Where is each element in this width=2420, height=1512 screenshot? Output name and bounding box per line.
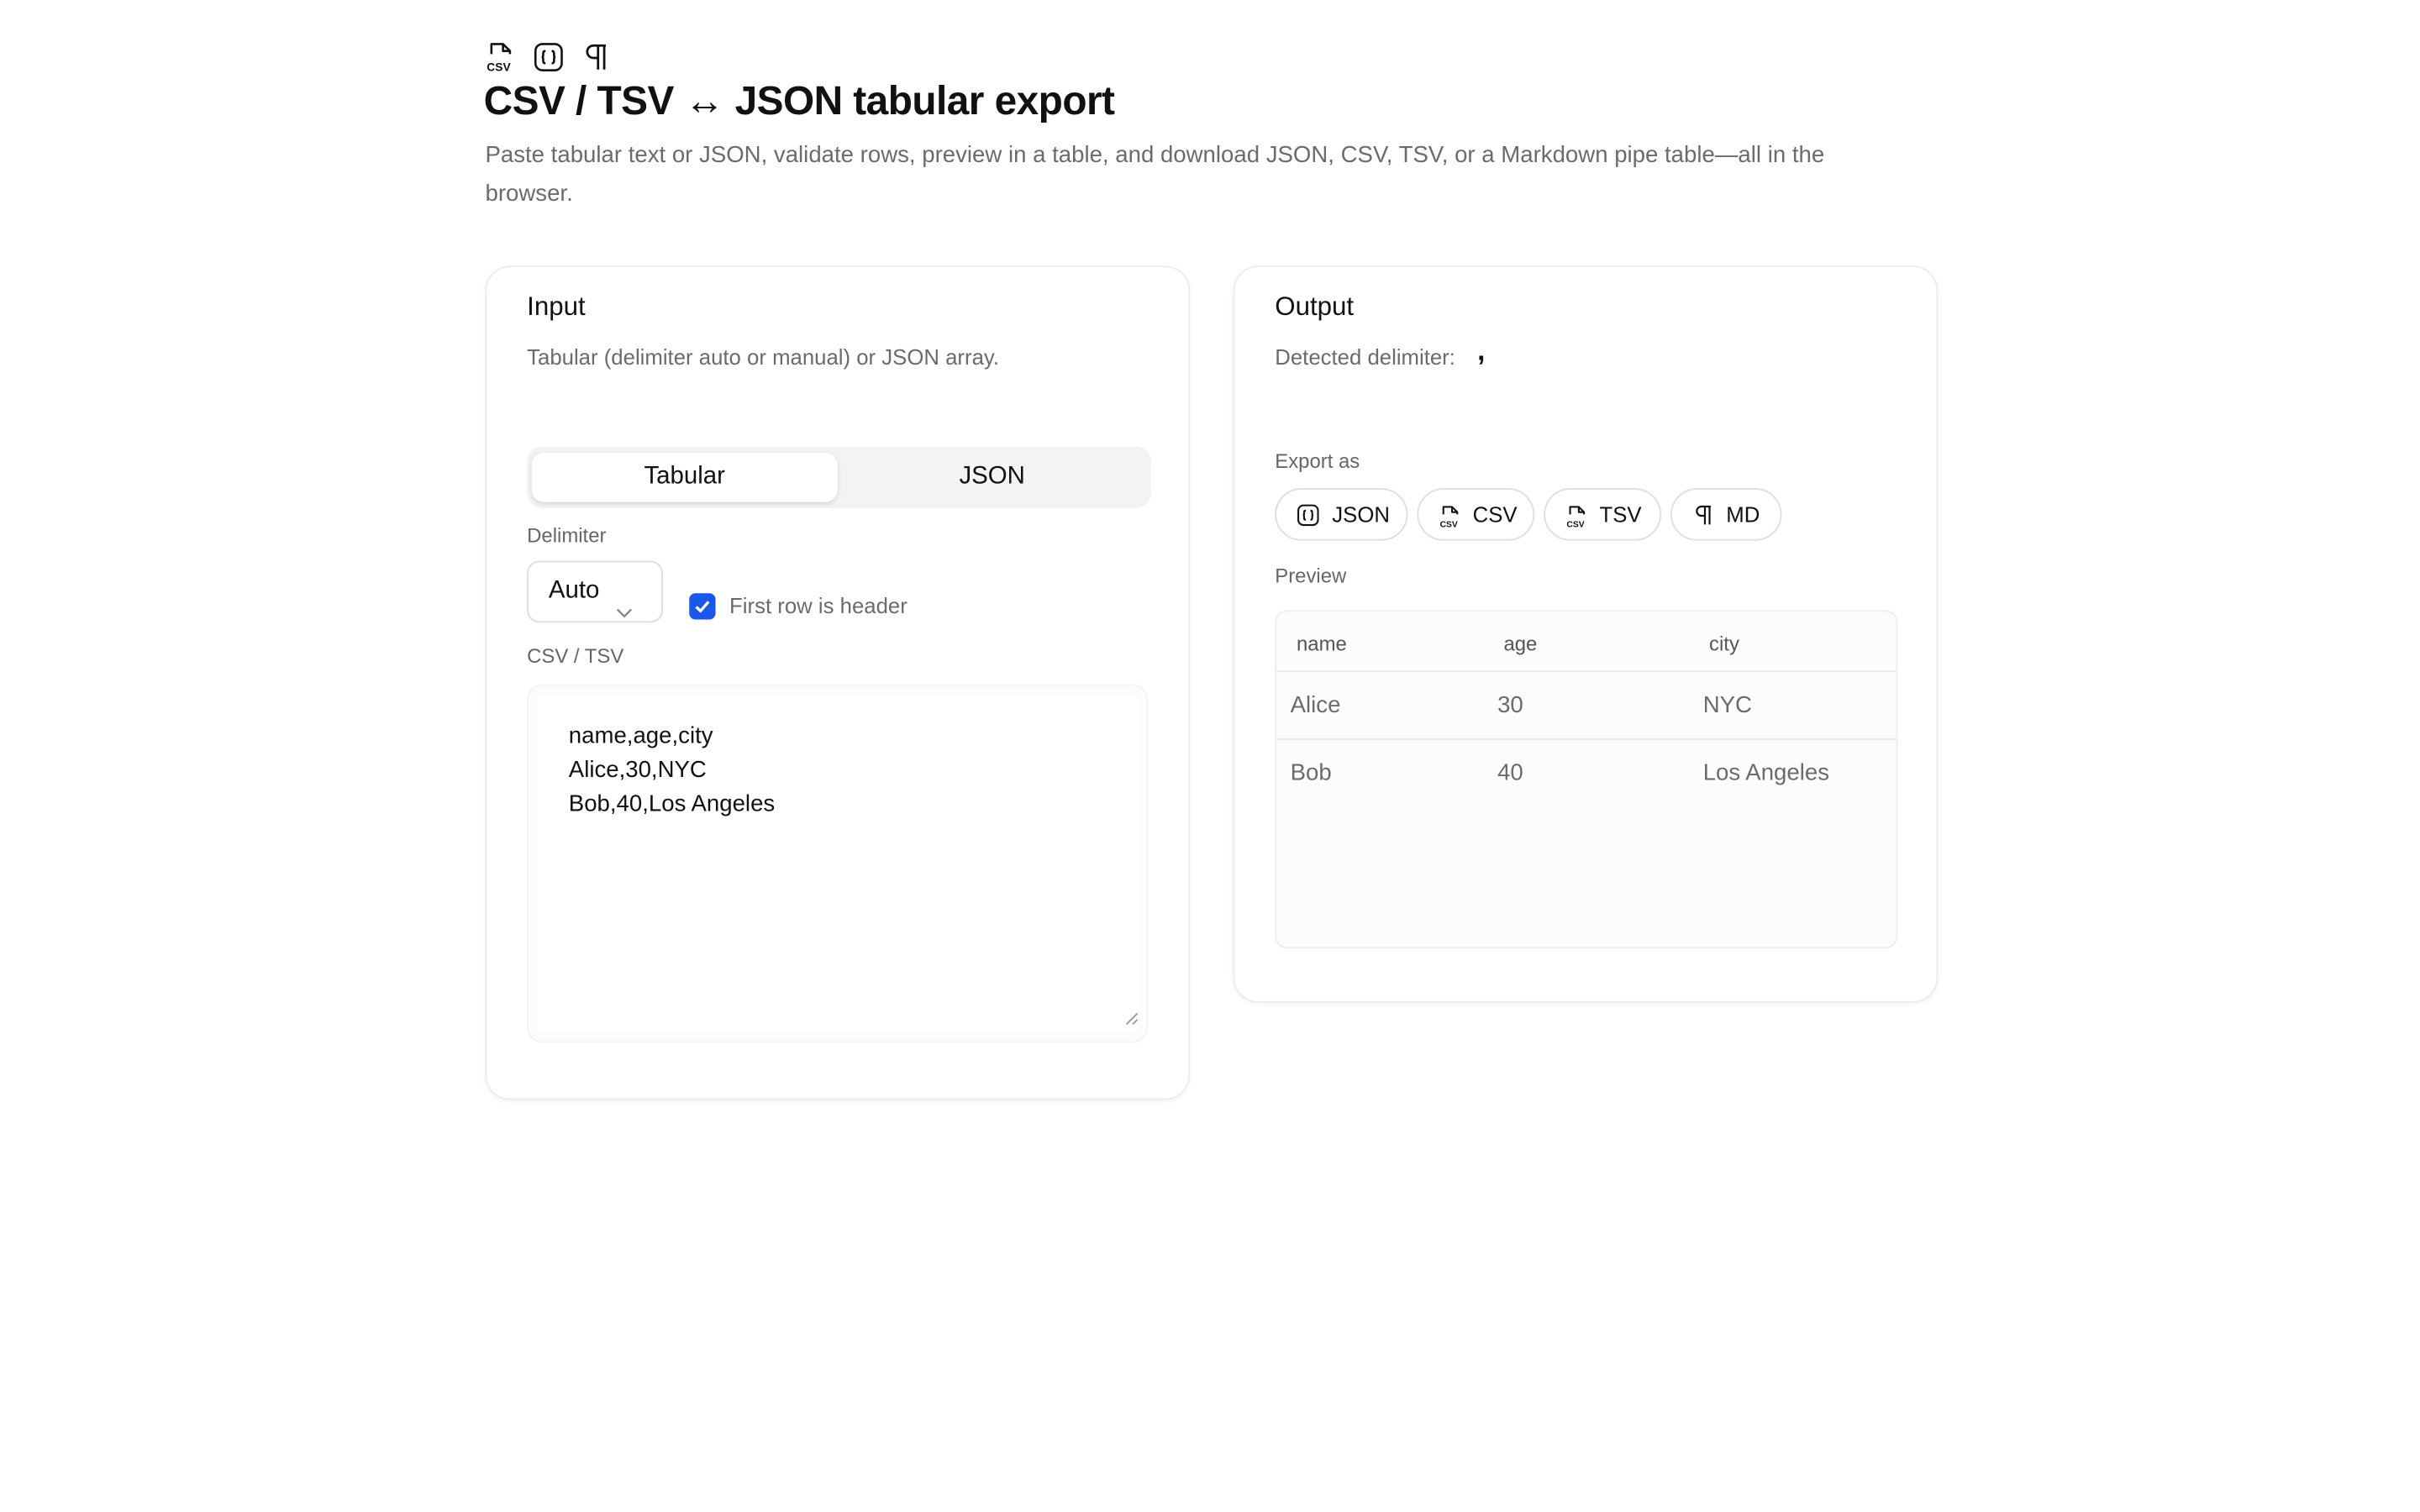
table-header-cell: city (1709, 632, 1739, 655)
textarea-line: name,age,city (568, 722, 713, 749)
export-tsv-button[interactable]: CSV TSV (1544, 488, 1662, 541)
table-divider (1276, 670, 1897, 673)
export-md-label: MD (1726, 501, 1760, 528)
export-csv-label: CSV (1472, 501, 1518, 528)
delimiter-label: Delimiter (527, 523, 607, 548)
table-header-cell: name (1297, 632, 1347, 655)
table-cell: Los Angeles (1702, 759, 1830, 787)
svg-text:CSV: CSV (1566, 521, 1584, 530)
delimiter-select[interactable]: Auto (527, 560, 663, 623)
braces-icon (1297, 504, 1319, 527)
preview-label: Preview (1275, 564, 1347, 587)
input-card-title: Input (527, 291, 586, 322)
export-label: Export as (1275, 449, 1360, 473)
export-json-label: JSON (1332, 501, 1390, 528)
table-divider (1276, 738, 1897, 740)
input-card-subtitle: Tabular (delimiter auto or manual) or JS… (527, 344, 1000, 370)
export-tsv-label: TSV (1599, 501, 1642, 528)
table-cell: Alice (1290, 691, 1341, 719)
delimiter-select-value: Auto (548, 577, 600, 605)
first-row-header-label[interactable]: First row is header (729, 593, 908, 617)
textarea-line: Bob,40,Los Angeles (568, 790, 776, 817)
csv-textarea-body[interactable]: name,age,city Alice,30,NYC Bob,40,Los An… (536, 696, 1139, 1031)
page-description: Paste tabular text or JSON, validate row… (485, 142, 1825, 207)
output-card-title: Output (1275, 291, 1355, 322)
export-csv-button[interactable]: CSV CSV (1417, 488, 1535, 541)
first-row-header-checkbox[interactable] (689, 593, 716, 620)
file-csv-icon: CSV (1440, 506, 1459, 530)
mode-tabular-tab[interactable]: Tabular (531, 452, 838, 502)
svg-text:CSV: CSV (487, 61, 511, 74)
preview-table: name age city Alice 30 NYC Bob 40 Los An… (1275, 610, 1898, 949)
csv-textarea[interactable]: name,age,city Alice,30,NYC Bob,40,Los An… (527, 684, 1149, 1043)
table-cell: 30 (1497, 691, 1523, 719)
mode-toggle: Tabular JSON (527, 446, 1152, 509)
table-cell: NYC (1702, 691, 1752, 719)
detected-delimiter-label: Detected delimiter: (1275, 344, 1455, 370)
detected-delimiter-value: , (1477, 335, 1486, 366)
braces-icon (533, 42, 564, 73)
header-icons: CSV (485, 40, 612, 74)
pilcrow-icon (1696, 505, 1711, 525)
textarea-label: CSV / TSV (527, 643, 624, 668)
export-json-button[interactable]: JSON (1275, 488, 1408, 541)
file-csv-icon: CSV (485, 40, 516, 74)
file-csv-icon: CSV (1566, 506, 1586, 530)
output-card: Output Detected delimiter: , Export as J… (1233, 265, 1939, 1003)
table-header-cell: age (1503, 632, 1538, 655)
pilcrow-icon (581, 42, 613, 73)
chevron-down-icon (615, 584, 634, 643)
input-card: Input Tabular (delimiter auto or manual)… (485, 265, 1191, 1100)
page-title: CSV / TSV ↔ JSON tabular export (483, 76, 1115, 124)
textarea-line: Alice,30,NYC (568, 757, 707, 784)
table-cell: 40 (1497, 759, 1523, 787)
export-md-button[interactable]: MD (1670, 488, 1782, 541)
table-cell: Bob (1290, 759, 1332, 787)
svg-text:CSV: CSV (1440, 521, 1458, 530)
mode-json-tab[interactable]: JSON (839, 453, 1145, 502)
resize-handle-icon[interactable] (1125, 1005, 1139, 1033)
